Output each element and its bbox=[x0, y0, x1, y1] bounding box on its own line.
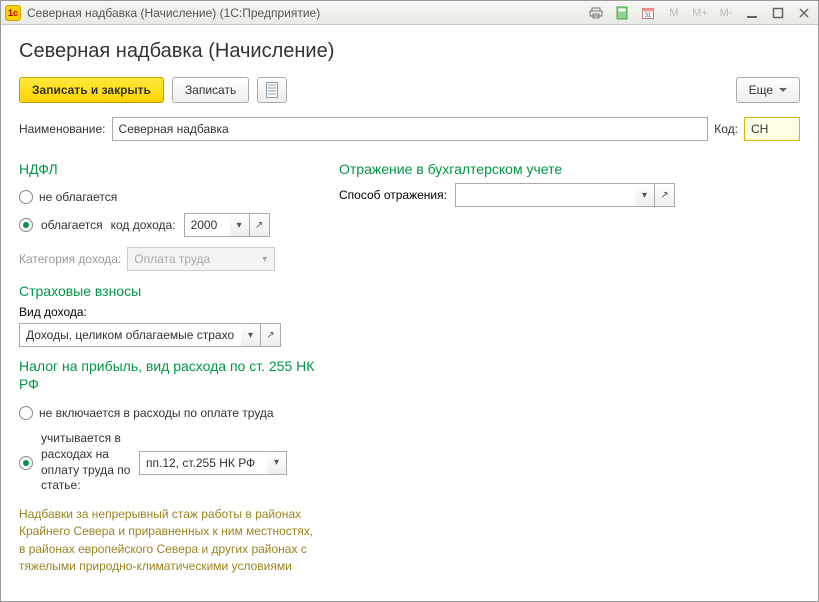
profit-tax-heading: Налог на прибыль, вид расхода по ст. 255… bbox=[19, 357, 319, 393]
ndfl-heading: НДФЛ bbox=[19, 161, 319, 177]
memory-mplus-icon[interactable]: M+ bbox=[690, 4, 710, 22]
window-title: Северная надбавка (Начисление) (1С:Предп… bbox=[27, 6, 320, 20]
close-icon[interactable] bbox=[794, 4, 814, 22]
more-button[interactable]: Еще bbox=[736, 77, 800, 103]
report-button[interactable] bbox=[257, 77, 287, 103]
dropdown-icon[interactable]: ▾ bbox=[230, 213, 250, 237]
income-category-input bbox=[127, 247, 255, 271]
income-code-combo: ▾ ↗ bbox=[184, 213, 270, 237]
maximize-icon[interactable] bbox=[768, 4, 788, 22]
titlebar: 1c Северная надбавка (Начисление) (1С:Пр… bbox=[1, 1, 818, 25]
memory-mminus-icon[interactable]: M- bbox=[716, 4, 736, 22]
left-column: НДФЛ не облагается облагается код дохода… bbox=[19, 155, 319, 575]
calendar-icon[interactable]: 31 bbox=[638, 4, 658, 22]
profit-not-included-label: не включается в расходы по оплате труда bbox=[39, 406, 274, 420]
profit-not-included-option[interactable]: не включается в расходы по оплате труда bbox=[19, 399, 319, 427]
ndfl-not-taxed-option[interactable]: не облагается bbox=[19, 183, 319, 211]
app-logo-icon: 1c bbox=[5, 5, 21, 21]
ndfl-taxed-label: облагается bbox=[41, 218, 103, 232]
name-code-row: Наименование: Код: bbox=[19, 117, 800, 141]
insurance-kind-row: ▾ ↗ bbox=[19, 323, 319, 347]
print-icon[interactable] bbox=[586, 4, 606, 22]
save-and-close-button[interactable]: Записать и закрыть bbox=[19, 77, 164, 103]
profit-included-option[interactable]: учитывается в расходах на оплату труда п… bbox=[19, 431, 319, 493]
profit-included-label: учитывается в расходах на оплату труда п… bbox=[41, 431, 131, 493]
accounting-method-input[interactable] bbox=[455, 183, 635, 207]
toolbar: Записать и закрыть Записать Еще bbox=[19, 77, 800, 103]
app-window: 1c Северная надбавка (Начисление) (1С:Пр… bbox=[0, 0, 819, 602]
accounting-method-label: Способ отражения: bbox=[339, 188, 447, 202]
dropdown-icon[interactable]: ▾ bbox=[267, 451, 287, 475]
ndfl-taxed-option[interactable]: облагается код дохода: ▾ ↗ bbox=[19, 211, 319, 239]
radio-icon bbox=[19, 218, 33, 232]
insurance-kind-combo: ▾ ↗ bbox=[19, 323, 281, 347]
name-label: Наименование: bbox=[19, 122, 106, 136]
article-combo: ▾ bbox=[139, 451, 287, 475]
radio-icon bbox=[19, 190, 33, 204]
save-button[interactable]: Записать bbox=[172, 77, 249, 103]
income-code-input[interactable] bbox=[184, 213, 230, 237]
open-ref-icon[interactable]: ↗ bbox=[655, 183, 675, 207]
accounting-method-row: Способ отражения: ▾ ↗ bbox=[339, 183, 800, 207]
dropdown-icon: ▾ bbox=[255, 247, 275, 271]
article-input[interactable] bbox=[139, 451, 267, 475]
insurance-kind-input[interactable] bbox=[19, 323, 241, 347]
radio-icon bbox=[19, 406, 33, 420]
accounting-method-combo: ▾ ↗ bbox=[455, 183, 675, 207]
right-column: Отражение в бухгалтерском учете Способ о… bbox=[339, 155, 800, 575]
income-category-label: Категория дохода: bbox=[19, 252, 121, 266]
name-input[interactable] bbox=[112, 117, 709, 141]
description-note: Надбавки за непрерывный стаж работы в ра… bbox=[19, 506, 319, 576]
code-input[interactable] bbox=[744, 117, 800, 141]
calculator-icon[interactable] bbox=[612, 4, 632, 22]
income-category-row: Категория дохода: ▾ bbox=[19, 245, 319, 273]
dropdown-icon[interactable]: ▾ bbox=[635, 183, 655, 207]
minimize-icon[interactable] bbox=[742, 4, 762, 22]
radio-icon bbox=[19, 456, 33, 470]
content-area: Северная надбавка (Начисление) Записать … bbox=[1, 25, 818, 601]
page-title: Северная надбавка (Начисление) bbox=[19, 40, 800, 63]
svg-text:31: 31 bbox=[645, 13, 652, 19]
income-category-combo: ▾ bbox=[127, 247, 275, 271]
ndfl-not-taxed-label: не облагается bbox=[39, 190, 117, 204]
insurance-heading: Страховые взносы bbox=[19, 283, 319, 299]
dropdown-icon[interactable]: ▾ bbox=[241, 323, 261, 347]
insurance-kind-label: Вид дохода: bbox=[19, 305, 319, 319]
income-code-label: код дохода: bbox=[111, 218, 176, 232]
accounting-heading: Отражение в бухгалтерском учете bbox=[339, 161, 800, 177]
open-ref-icon[interactable]: ↗ bbox=[250, 213, 270, 237]
code-label: Код: bbox=[714, 122, 738, 136]
memory-m-icon[interactable]: M bbox=[664, 4, 684, 22]
open-ref-icon[interactable]: ↗ bbox=[261, 323, 281, 347]
